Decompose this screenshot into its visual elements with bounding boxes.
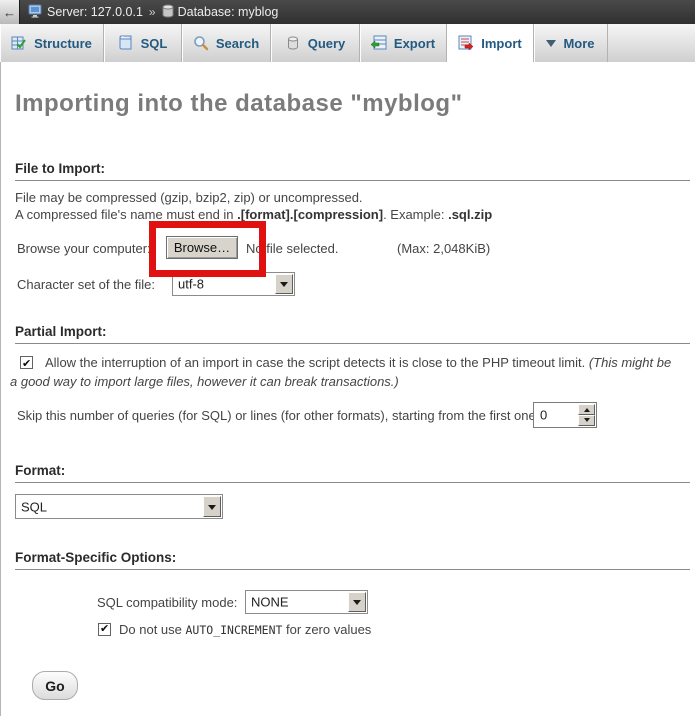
section-partial-import-legend: Partial Import: xyxy=(15,324,690,344)
compression-note-line1: File may be compressed (gzip, bzip2, zip… xyxy=(15,190,363,205)
allow-interrupt-note-line2: a good way to import large files, howeve… xyxy=(10,374,399,389)
skip-queries-input[interactable]: 0 xyxy=(533,402,597,428)
charset-select-value: utf-8 xyxy=(178,277,204,292)
autoinc-code: AUTO_INCREMENT xyxy=(186,623,283,637)
tab-search[interactable]: Search xyxy=(182,24,271,62)
tab-bar: Structure SQL Search xyxy=(0,24,695,62)
export-icon xyxy=(371,35,387,51)
tab-label: SQL xyxy=(141,36,168,51)
spinner-up-icon[interactable] xyxy=(578,404,595,415)
breadcrumb-database[interactable]: Database: myblog xyxy=(178,5,279,19)
tab-query[interactable]: Query xyxy=(271,24,360,62)
chevron-down-icon xyxy=(546,40,556,52)
import-icon xyxy=(458,35,474,51)
skip-queries-value: 0 xyxy=(540,408,547,423)
sql-compat-select[interactable]: NONE xyxy=(245,590,368,614)
left-border xyxy=(0,62,1,716)
format-select[interactable]: SQL xyxy=(15,494,223,519)
allow-interrupt-label: Allow the interruption of an import in c… xyxy=(45,355,589,370)
max-size-text: (Max: 2,048KiB) xyxy=(397,241,490,256)
database-icon xyxy=(162,4,174,21)
tab-export[interactable]: Export xyxy=(360,24,447,62)
section-file-to-import-legend: File to Import: xyxy=(15,161,690,181)
sql-compat-select-value: NONE xyxy=(251,595,289,610)
tab-import[interactable]: Import xyxy=(447,24,534,62)
sql-icon xyxy=(118,35,134,51)
autoinc-label-suffix: for zero values xyxy=(282,622,371,637)
tab-label: Query xyxy=(308,36,346,51)
query-icon xyxy=(285,35,301,51)
page-title: Importing into the database "myblog" xyxy=(15,90,462,118)
sql-compat-label: SQL compatibility mode: xyxy=(97,595,237,610)
autoinc-checkbox[interactable] xyxy=(98,623,111,636)
tab-structure[interactable]: Structure xyxy=(0,24,104,62)
breadcrumb-separator: » xyxy=(149,5,156,19)
dropdown-arrow-icon[interactable] xyxy=(275,274,293,294)
breadcrumb-server[interactable]: Server: 127.0.0.1 xyxy=(47,5,143,19)
tab-label: Import xyxy=(481,36,521,51)
tab-more[interactable]: More xyxy=(534,24,608,62)
format-compression-token: .[format].[compression] xyxy=(237,207,383,222)
tab-label: Structure xyxy=(34,36,92,51)
autoinc-row: Do not use AUTO_INCREMENT for zero value… xyxy=(98,622,371,637)
browse-label: Browse your computer: xyxy=(17,241,151,256)
compression-note: File may be compressed (gzip, bzip2, zip… xyxy=(15,190,687,223)
structure-icon xyxy=(11,35,27,51)
compression-note-line2: A compressed file's name must end in xyxy=(15,207,237,222)
browse-button[interactable]: Browse… xyxy=(166,236,238,259)
allow-interrupt-row: Allow the interruption of an import in c… xyxy=(10,354,688,391)
section-format-legend: Format: xyxy=(15,463,690,483)
autoinc-label-prefix: Do not use xyxy=(119,622,186,637)
section-format-options-legend: Format-Specific Options: xyxy=(15,550,690,570)
dropdown-arrow-icon[interactable] xyxy=(348,592,366,612)
allow-interrupt-checkbox[interactable] xyxy=(20,356,33,369)
example-label: . Example: xyxy=(383,207,448,222)
dropdown-arrow-icon[interactable] xyxy=(203,496,221,517)
allow-interrupt-note-line1: (This might be xyxy=(589,355,671,370)
tab-label: Export xyxy=(394,36,435,51)
charset-select[interactable]: utf-8 xyxy=(172,272,295,296)
spinner-down-icon[interactable] xyxy=(578,415,595,426)
back-button[interactable]: ← xyxy=(0,0,20,24)
no-file-selected-text: No file selected. xyxy=(246,241,339,256)
import-page: ← Server: 127.0.0.1 » Database: myblog xyxy=(0,0,695,716)
server-icon xyxy=(28,4,43,21)
tab-label: More xyxy=(563,36,594,51)
tab-sql[interactable]: SQL xyxy=(104,24,182,62)
example-extension: .sql.zip xyxy=(448,207,492,222)
charset-label: Character set of the file: xyxy=(17,277,155,292)
skip-queries-label: Skip this number of queries (for SQL) or… xyxy=(17,408,539,423)
tab-label: Search xyxy=(216,36,259,51)
format-select-value: SQL xyxy=(21,499,47,514)
go-button[interactable]: Go xyxy=(32,671,78,700)
search-icon xyxy=(193,35,209,51)
breadcrumb-bar: ← Server: 127.0.0.1 » Database: myblog xyxy=(0,0,695,24)
